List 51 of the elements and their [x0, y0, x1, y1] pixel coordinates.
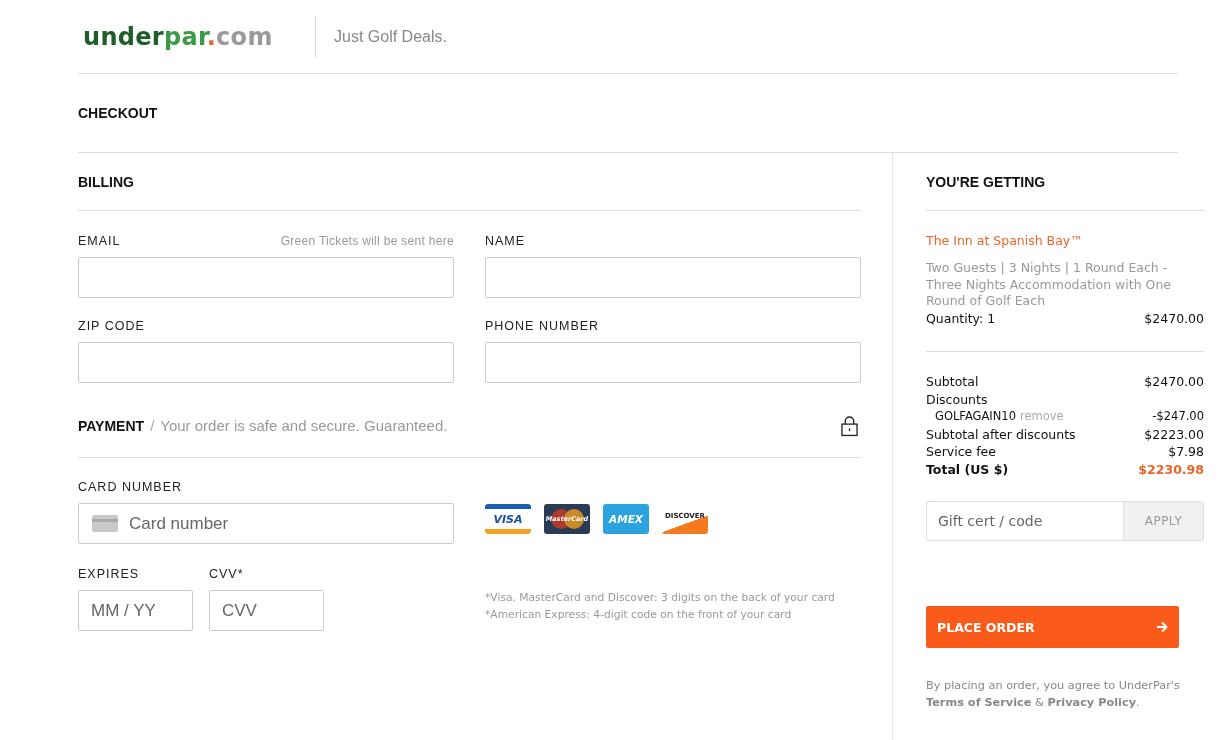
- tagline: Just Golf Deals.: [334, 27, 447, 46]
- product-title: The Inn at Spanish Bay™: [926, 233, 1084, 248]
- remove-link[interactable]: remove: [1020, 409, 1064, 423]
- section-title: PAYMENT: [78, 418, 145, 434]
- total-value: $2230.98: [1138, 460, 1204, 478]
- input-field[interactable]: [485, 342, 861, 383]
- terms-link[interactable]: Terms of Service: [926, 696, 1032, 709]
- place-order-button[interactable]: PLACE ORDER: [926, 606, 1179, 648]
- summary-label: Subtotal: [926, 373, 979, 391]
- field-label: EMAIL: [78, 234, 121, 248]
- section-subtitle: Your order is safe and secure. Guaranteed.: [160, 417, 448, 434]
- input-field[interactable]: [485, 257, 861, 298]
- card-logo: AMEX: [603, 504, 649, 534]
- page-title: CHECKOUT: [78, 105, 158, 121]
- logo: underpar.com: [83, 22, 274, 51]
- field-label: ZIP CODE: [78, 319, 145, 333]
- discount-code: GOLFAGAIN10: [935, 409, 1016, 423]
- field-label: EXPIRES: [78, 567, 141, 581]
- field-label: PHONE NUMBER: [485, 319, 600, 333]
- apply-button[interactable]: APPLY: [1123, 501, 1204, 541]
- summary-label: Total (US $): [926, 460, 1009, 478]
- field-hint: Green Tickets will be sent here: [280, 234, 454, 248]
- price-text: $2470.00: [1144, 309, 1204, 327]
- section-title: BILLING: [78, 173, 134, 190]
- input-field[interactable]: CVV: [209, 590, 324, 631]
- summary-label: Discounts: [926, 390, 988, 408]
- card-logo: VISA: [485, 504, 531, 534]
- card-number-field[interactable]: Card number: [78, 503, 454, 544]
- section-title: YOU'RE GETTING: [926, 173, 1046, 190]
- note-text: *Visa, MasterCard and Discover: 3 digits on the back of your card: [485, 590, 835, 606]
- summary-value: $7.98: [1168, 443, 1204, 461]
- field-label: CVV*: [209, 567, 245, 581]
- summary-value: $2223.00: [1144, 425, 1204, 443]
- summary-label: Subtotal after discounts: [926, 425, 1076, 443]
- input-field[interactable]: [78, 257, 454, 298]
- summary-label: Service fee: [926, 443, 996, 461]
- input-field[interactable]: MM / YY: [78, 590, 193, 631]
- arrow-icon: [1156, 621, 1168, 633]
- separator: /: [150, 417, 155, 434]
- field-label: CARD NUMBER: [78, 480, 184, 494]
- privacy-link[interactable]: Privacy Policy: [1047, 696, 1136, 709]
- summary-value: -$247.00: [1152, 408, 1204, 425]
- quantity-text: Quantity: 1: [926, 309, 996, 327]
- input-field[interactable]: [78, 342, 454, 383]
- product-description: Two Guests | 3 Nights | 1 Round Each - Three Nights Accommodation with One Round of Golf Each: [926, 260, 1173, 310]
- lock-icon: [841, 414, 858, 437]
- input-field[interactable]: Gift cert / code: [926, 501, 1123, 541]
- legal-text: By placing an order, you agree to UnderPar's Terms of Service & Privacy Policy.: [926, 678, 1181, 711]
- field-label: NAME: [485, 234, 526, 248]
- summary-value: $2470.00: [1144, 373, 1204, 391]
- note-text: *American Express: 4-digit code on the front of your card: [485, 607, 793, 623]
